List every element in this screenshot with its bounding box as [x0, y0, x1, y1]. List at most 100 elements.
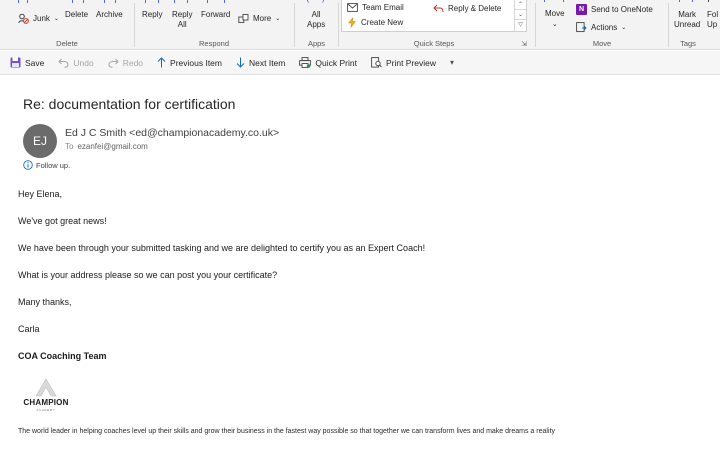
print-preview-icon: [371, 57, 382, 68]
avatar-initials: EJ: [32, 134, 47, 148]
sender[interactable]: Ed J C Smith <ed@championacademy.co.uk>: [65, 127, 279, 139]
forward-button[interactable]: Forward: [201, 10, 230, 20]
printer-icon: [299, 57, 312, 68]
message-subject: Re: documentation for certification: [23, 96, 236, 112]
actions-label: Actions: [591, 23, 618, 32]
quick-access-toolbar: Save Undo Redo Previous Item Next Item Q…: [0, 51, 720, 75]
actions-icon: [576, 22, 587, 33]
apps-icon: [307, 0, 324, 3]
junk-label: Junk: [33, 14, 50, 23]
save-label: Save: [25, 57, 45, 68]
move-group: Move ⌄ N Send to OneNote Actions ⌄ Move: [536, 0, 668, 49]
ribbon: Junk ⌄ Delete Archive Delete Reply Reply…: [0, 0, 720, 50]
actions-button[interactable]: Actions ⌄: [576, 22, 626, 33]
redo-button[interactable]: Redo: [108, 58, 143, 68]
next-item-label: Next Item: [249, 57, 286, 68]
follow-up-info: Follow up.: [23, 160, 70, 170]
quick-steps-group: Quick Steps ⇲: [339, 0, 529, 49]
all-apps-label-1: All: [311, 10, 321, 19]
mark-unread-label-1: Mark: [678, 10, 697, 19]
quick-print-button[interactable]: Quick Print: [299, 57, 357, 68]
recipient-line: To ezanfei@gmail.com: [65, 142, 148, 151]
mark-unread-label-2: Unread: [674, 20, 701, 29]
next-item-button[interactable]: Next Item: [236, 57, 285, 68]
all-apps-label-2: Apps: [307, 20, 326, 29]
redo-label: Redo: [122, 57, 144, 68]
delete-label: Delete: [65, 10, 89, 19]
customize-toolbar-button[interactable]: ▾: [450, 58, 454, 67]
avatar[interactable]: EJ: [23, 124, 57, 158]
archive-button[interactable]: Archive: [96, 10, 123, 20]
reply-icon: [145, 0, 159, 3]
follow-up-label-1: Fol: [707, 10, 719, 19]
archive-icon: [104, 0, 116, 3]
send-to-onenote-button[interactable]: N Send to OneNote: [576, 4, 653, 15]
chevron-down-icon: ⌄: [53, 16, 59, 22]
recipient-address[interactable]: ezanfei@gmail.com: [77, 142, 147, 151]
follow-up-label-2: Up: [707, 20, 718, 29]
dialog-launcher-icon[interactable]: ⇲: [521, 40, 527, 48]
print-preview-button[interactable]: Print Preview: [371, 57, 436, 68]
undo-icon: [58, 58, 69, 68]
body-paragraph: We have been through your submitted task…: [18, 243, 426, 253]
chevron-down-icon: ⌄: [551, 21, 558, 28]
reply-all-label-1: Reply: [172, 10, 193, 19]
body-signoff: Many thanks,: [18, 297, 72, 307]
group-label-quick-steps: Quick Steps: [413, 39, 455, 48]
delete-top-icon: [18, 0, 28, 3]
junk-button[interactable]: Junk ⌄: [18, 13, 59, 24]
previous-item-button[interactable]: Previous Item: [157, 57, 222, 68]
save-button[interactable]: Save: [10, 57, 44, 68]
body-signature-name: Carla: [18, 324, 40, 334]
more-icon: [238, 14, 249, 23]
delete-group: Junk ⌄ Delete Archive Delete: [0, 0, 134, 49]
chevron-down-icon: ⌄: [275, 16, 281, 22]
junk-icon: [18, 13, 29, 24]
logo-mark-icon: [35, 378, 57, 397]
arrow-down-icon: [236, 57, 245, 68]
move-icon: [544, 0, 564, 2]
archive-label: Archive: [96, 10, 123, 19]
group-label-tags: Tags: [680, 39, 696, 48]
previous-item-label: Previous Item: [170, 57, 222, 68]
body-greeting: Hey Elena,: [18, 189, 63, 199]
reply-button[interactable]: Reply: [142, 10, 162, 20]
reply-all-icon: [174, 0, 188, 3]
forward-icon: [207, 0, 225, 3]
logo-subtext: ACADEMY: [36, 408, 56, 412]
all-apps-button[interactable]: All Apps: [307, 10, 325, 30]
print-preview-label: Print Preview: [385, 57, 437, 68]
forward-label: Forward: [201, 10, 231, 19]
more-button[interactable]: More ⌄: [238, 13, 280, 24]
flag-icon: [708, 0, 718, 2]
champion-academy-logo: CHAMPION ACADEMY: [18, 378, 78, 412]
arrow-up-icon: [157, 57, 166, 68]
logo-text: CHAMPION: [23, 398, 69, 407]
more-label: More: [253, 14, 272, 23]
send-to-onenote-label: Send to OneNote: [591, 5, 653, 14]
reply-all-button[interactable]: Reply All: [172, 10, 192, 30]
chevron-down-icon: ⌄: [621, 25, 627, 31]
mark-unread-button[interactable]: Mark Unread: [674, 10, 700, 30]
quick-print-label: Quick Print: [315, 57, 357, 68]
tags-group: Mark Unread Fol Up Tags: [669, 0, 720, 49]
group-label-delete: Delete: [56, 39, 78, 48]
mark-unread-icon: [679, 0, 693, 2]
move-button[interactable]: Move ⌄: [545, 9, 565, 30]
delete-button[interactable]: Delete: [65, 10, 88, 20]
group-label-respond: Respond: [198, 39, 230, 48]
group-label-move: Move: [592, 39, 612, 48]
move-label: Move: [545, 9, 565, 18]
body-paragraph: What is your address please so we can po…: [18, 270, 278, 280]
apps-group: All Apps Apps: [295, 0, 338, 49]
reply-all-label-2: All: [177, 20, 187, 29]
body-paragraph: We've got great news!: [18, 216, 107, 226]
reply-label: Reply: [142, 10, 163, 19]
save-icon: [10, 57, 21, 68]
to-label: To: [65, 142, 74, 151]
undo-button[interactable]: Undo: [58, 57, 94, 68]
delete-icon: [72, 0, 84, 3]
follow-up-text: Follow up.: [36, 160, 71, 170]
undo-label: Undo: [73, 57, 94, 68]
follow-up-button[interactable]: Fol Up: [707, 10, 718, 30]
